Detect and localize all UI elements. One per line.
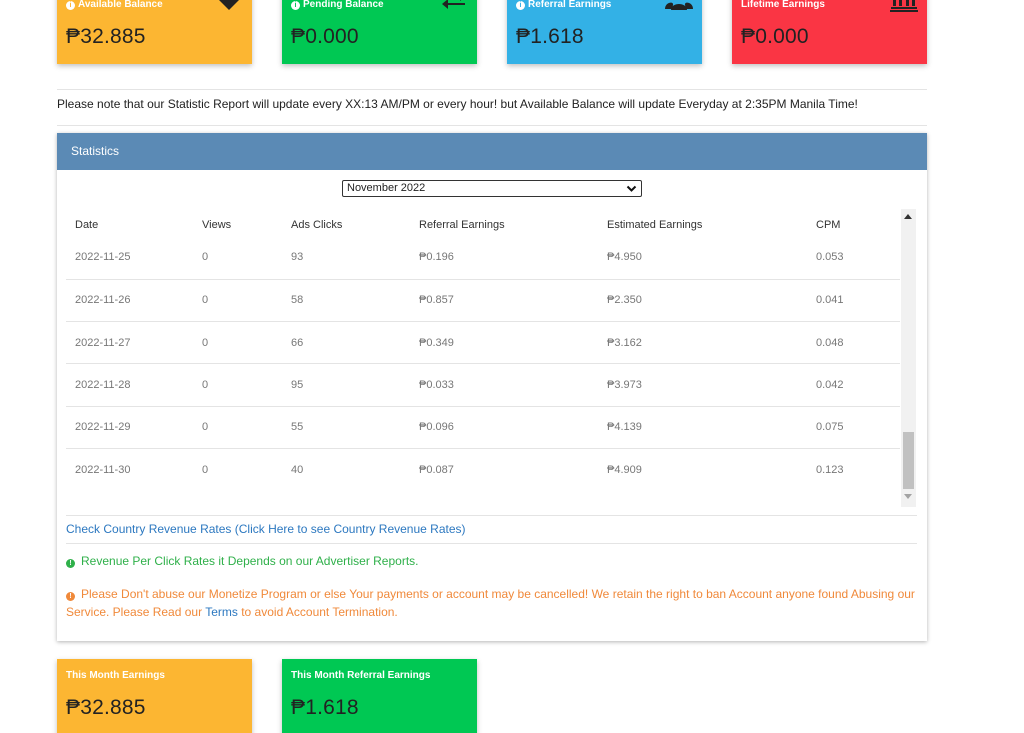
- column-header-referral-earnings: Referral Earnings: [419, 219, 505, 231]
- column-header-estimated-earnings: Estimated Earnings: [607, 219, 703, 231]
- available-balance-value: ₱32.885: [66, 25, 146, 48]
- scroll-down-arrow-icon[interactable]: [904, 494, 912, 499]
- cell-estimated-earnings: ₱4.909: [607, 464, 642, 476]
- country-revenue-rates-link[interactable]: Check Country Revenue Rates (Click Here …: [66, 522, 466, 536]
- cell-views: 0: [202, 239, 291, 280]
- abuse-warning: ! Please Don't abuse our Monetize Program…: [66, 585, 921, 621]
- scrollbar-thumb[interactable]: [903, 432, 914, 489]
- info-icon: i: [66, 1, 75, 10]
- cell-estimated-earnings: ₱2.350: [607, 279, 816, 322]
- bank-icon: [890, 0, 918, 12]
- available-balance-label: Available Balance: [78, 0, 163, 10]
- terms-link[interactable]: Terms: [205, 605, 238, 619]
- statistics-table-container[interactable]: Date Views Ads Clicks Referral Earnings …: [66, 209, 916, 507]
- lifetime-earnings-value: ₱0.000: [741, 25, 809, 48]
- cell-cpm: 0.123: [816, 464, 844, 476]
- info-icon: i: [291, 1, 300, 10]
- abuse-warning-text: Please Don't abuse our Monetize Program …: [66, 587, 915, 619]
- cell-date: 2022-11-28: [66, 363, 202, 407]
- table-header-row: Date Views Ads Clicks Referral Earnings …: [66, 209, 900, 239]
- table-row: 2022-11-26 0 58 ₱0.857 ₱2.350 0.041: [66, 279, 900, 322]
- panel-title: Statistics: [57, 133, 927, 170]
- month-select-value: November 2022: [347, 182, 426, 194]
- warning-icon: !: [66, 592, 75, 601]
- column-header-date: Date: [75, 219, 99, 231]
- cell-referral-earnings: ₱0.096: [419, 406, 607, 450]
- this-month-earnings-value: ₱32.885: [66, 696, 146, 719]
- this-month-earnings-label: This Month Earnings: [66, 670, 165, 681]
- lifetime-earnings-card: Lifetime Earnings ₱0.000: [732, 0, 927, 64]
- cell-date: 2022-11-29: [66, 406, 202, 450]
- cell-referral-earnings: ₱0.349: [419, 321, 607, 365]
- column-header-ads-clicks: Ads Clicks: [291, 219, 343, 231]
- abuse-warning-text-end: to avoid Account Termination.: [237, 605, 398, 619]
- this-month-earnings-card: This Month Earnings ₱32.885: [57, 659, 252, 733]
- rate-note-text: Revenue Per Click Rates it Depends on ou…: [81, 554, 419, 568]
- update-notice: Please note that our Statistic Report wi…: [57, 97, 858, 111]
- cell-cpm: 0.041: [816, 279, 900, 322]
- cell-views: 0: [202, 321, 291, 365]
- table-row: 2022-11-28 0 95 ₱0.033 ₱3.973 0.042: [66, 363, 900, 407]
- referral-earnings-value: ₱1.618: [516, 25, 584, 48]
- cell-views: 0: [202, 279, 291, 322]
- exchange-arrows-icon: [442, 0, 465, 9]
- divider: [57, 125, 927, 126]
- table-row: 2022-11-25 0 93 ₱0.196 ₱4.950 0.053: [66, 239, 900, 280]
- cell-ads-clicks: 55: [291, 406, 419, 450]
- this-month-referral-earnings-value: ₱1.618: [291, 696, 359, 719]
- cell-referral-earnings: ₱0.087: [419, 464, 454, 476]
- cell-date: 2022-11-27: [66, 321, 202, 365]
- divider: [57, 89, 927, 90]
- cell-referral-earnings: ₱0.857: [419, 279, 607, 322]
- available-balance-card: i Available Balance ₱32.885: [57, 0, 252, 64]
- pending-balance-value: ₱0.000: [291, 25, 359, 48]
- divider: [66, 515, 917, 516]
- cell-estimated-earnings: ₱3.162: [607, 321, 816, 365]
- cell-date: 2022-11-30: [75, 464, 131, 476]
- pending-balance-label: Pending Balance: [303, 0, 384, 10]
- table-scrollbar[interactable]: [901, 209, 916, 507]
- cell-referral-earnings: ₱0.196: [419, 239, 607, 280]
- cell-estimated-earnings: ₱4.139: [607, 406, 816, 450]
- this-month-referral-earnings-card: This Month Referral Earnings ₱1.618: [282, 659, 477, 733]
- cell-ads-clicks: 95: [291, 363, 419, 407]
- table-row: 2022-11-27 0 66 ₱0.349 ₱3.162 0.048: [66, 321, 900, 365]
- cell-cpm: 0.048: [816, 321, 900, 365]
- statistics-panel: Statistics November 2022 Date Views Ads …: [57, 133, 927, 641]
- cell-ads-clicks: 66: [291, 321, 419, 365]
- this-month-referral-earnings-label: This Month Referral Earnings: [291, 670, 431, 681]
- scroll-up-arrow-icon[interactable]: [904, 214, 912, 219]
- cell-estimated-earnings: ₱4.950: [607, 239, 816, 280]
- month-select[interactable]: November 2022: [342, 180, 642, 197]
- chevron-down-icon: [626, 185, 637, 192]
- statistics-table: Date Views Ads Clicks Referral Earnings …: [66, 209, 900, 491]
- cell-views: 0: [202, 363, 291, 407]
- info-icon: !: [66, 559, 75, 568]
- cell-cpm: 0.053: [816, 239, 900, 280]
- cell-date: 2022-11-25: [66, 239, 202, 280]
- cell-referral-earnings: ₱0.033: [419, 363, 607, 407]
- column-header-views: Views: [202, 219, 232, 231]
- rate-note: ! Revenue Per Click Rates it Depends on o…: [66, 554, 419, 568]
- users-icon: [665, 2, 693, 10]
- cell-views: 0: [202, 406, 291, 450]
- cell-cpm: 0.042: [816, 363, 900, 407]
- cell-estimated-earnings: ₱3.973: [607, 363, 816, 407]
- cell-ads-clicks: 58: [291, 279, 419, 322]
- referral-earnings-label: Referral Earnings: [528, 0, 612, 10]
- table-row: 2022-11-30 0 40 ₱0.087 ₱4.909 0.123: [66, 449, 900, 491]
- cell-views: 0: [202, 464, 209, 476]
- referral-earnings-card: i Referral Earnings ₱1.618: [507, 0, 702, 64]
- heart-icon: [219, 0, 239, 10]
- pending-balance-card: i Pending Balance ₱0.000: [282, 0, 477, 64]
- divider: [66, 543, 917, 544]
- lifetime-earnings-label: Lifetime Earnings: [741, 0, 825, 10]
- cell-cpm: 0.075: [816, 406, 900, 450]
- cell-ads-clicks: 93: [291, 239, 419, 280]
- table-row: 2022-11-29 0 55 ₱0.096 ₱4.139 0.075: [66, 406, 900, 450]
- cell-date: 2022-11-26: [66, 279, 202, 322]
- cell-ads-clicks: 40: [291, 464, 304, 476]
- column-header-cpm: CPM: [816, 219, 841, 231]
- info-icon: i: [516, 1, 525, 10]
